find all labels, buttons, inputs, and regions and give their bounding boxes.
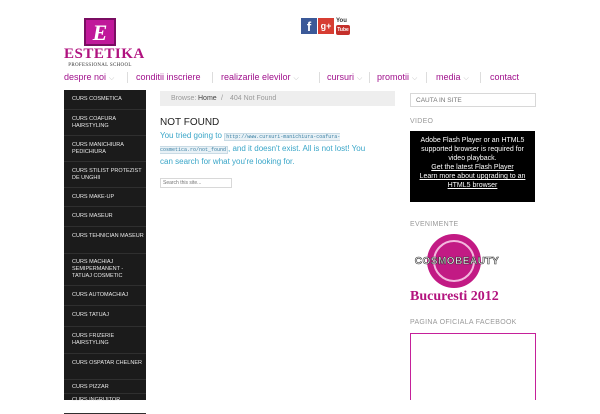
nav-divider <box>319 72 320 83</box>
events-widget-title: EVENIMENTE <box>410 221 459 228</box>
sidebar-item-stilist[interactable]: CURS STILIST PROTEZIST DE UNGHII <box>64 162 146 188</box>
youtube-icon-bottom: Tube <box>336 25 350 35</box>
sidebar-item-label: CURS COAFURA HAIRSTYLING <box>72 116 116 129</box>
youtube-icon[interactable]: You Tube <box>336 18 350 35</box>
facebook-icon[interactable]: f <box>301 18 317 34</box>
nav-label: promotii <box>377 72 410 82</box>
sidebar-item-coafura[interactable]: CURS COAFURA HAIRSTYLING <box>64 110 146 136</box>
nav-divider <box>369 72 370 83</box>
sidebar-search-input[interactable] <box>411 94 535 106</box>
course-sidebar: CURS COSMETICA CURS COAFURA HAIRSTYLING … <box>64 90 146 414</box>
video-widget-title: VIDEO <box>410 118 434 125</box>
facebook-page-box[interactable] <box>410 333 536 400</box>
breadcrumb: Browse: Home / 404 Not Found <box>160 91 395 106</box>
sidebar-search-box <box>410 93 536 107</box>
nav-label: realizarile elevilor <box>221 72 291 82</box>
nav-divider <box>480 72 481 83</box>
sidebar-item-automachiaj[interactable]: CURS AUTOMACHIAJ <box>64 286 146 306</box>
nav-media[interactable]: media ⌵ <box>436 70 469 86</box>
nav-divider <box>212 72 213 83</box>
chevron-down-icon: ⌵ <box>109 75 115 82</box>
breadcrumb-current: 404 Not Found <box>230 95 277 102</box>
sidebar-item-cosmetica[interactable]: CURS COSMETICA <box>64 90 146 110</box>
sidebar-item-label: CURS AUTOMACHIAJ <box>72 292 129 298</box>
sidebar-item-label: CURS FRIZERIE HAIRSTYLING <box>72 333 115 346</box>
nav-label: media <box>436 72 461 82</box>
sidebar-item-label: CURS MAKE-UP <box>72 194 115 200</box>
youtube-icon-top: You <box>336 18 347 24</box>
nav-conditii-inscriere[interactable]: conditii inscriere <box>136 70 201 84</box>
sidebar-item-label: CURS COSMETICA <box>72 96 122 102</box>
logo-letter: E <box>92 20 108 45</box>
sidebar-item-tehnician-maseur[interactable]: CURS TEHNICIAN MASEUR <box>64 227 146 254</box>
google-plus-icon[interactable]: g+ <box>318 18 334 34</box>
sidebar-item-pizzar[interactable]: CURS PIZZAR <box>64 380 146 394</box>
main-navigation: despre noi ⌵ conditii inscriere realizari… <box>64 70 534 86</box>
chevron-down-icon: ⌵ <box>412 75 418 82</box>
sidebar-item-label: CURS MASEUR <box>72 213 113 219</box>
sidebar-item-ospatar[interactable]: CURS OSPATAR CHELNER <box>64 354 146 380</box>
sidebar-item-tatuaj[interactable]: CURS TATUAJ <box>64 306 146 327</box>
sidebar-item-label: CURS PIZZAR <box>72 384 109 390</box>
sidebar-item-manichiura[interactable]: CURS MANICHIURA PEDICHIURA <box>64 136 146 162</box>
nav-contact[interactable]: contact <box>490 70 519 84</box>
video-fallback: Adobe Flash Player or an HTML5 supported… <box>414 136 531 190</box>
nav-label: despre noi <box>64 72 107 82</box>
facebook-widget-title: PAGINA OFICIALA FACEBOOK <box>410 319 517 326</box>
not-found-message: You tried going to http://www.cursuri-ma… <box>160 130 380 168</box>
content-search-box <box>160 178 232 188</box>
nav-realizarile-elevilor[interactable]: realizarile elevilor ⌵ <box>221 70 299 86</box>
logo-tagline: PROFESSIONAL SCHOOL <box>68 63 132 68</box>
nav-divider <box>426 72 427 83</box>
sidebar-item-make-up[interactable]: CURS MAKE-UP <box>64 188 146 207</box>
nav-label: cursuri <box>327 72 355 82</box>
event-logo-text: COSMOBEAUTY <box>414 256 500 268</box>
nav-cursuri[interactable]: cursuri ⌵ <box>327 70 362 86</box>
chevron-down-icon: ⌵ <box>463 75 469 82</box>
chevron-down-icon: ⌵ <box>293 75 299 82</box>
nav-despre-noi[interactable]: despre noi ⌵ <box>64 70 114 86</box>
breadcrumb-separator: / <box>221 95 223 102</box>
video-fallback-text: Adobe Flash Player or an HTML5 supported… <box>420 137 525 162</box>
breadcrumb-home-link[interactable]: Home <box>198 91 217 106</box>
sidebar-item-maseur[interactable]: CURS MASEUR <box>64 207 146 227</box>
page-title: NOT FOUND <box>160 117 220 128</box>
sidebar-item-machiaj-semipermanent[interactable]: CURS MACHIAJ SEMIPERMANENT - TATUAJ COSM… <box>64 254 146 286</box>
cosmobeauty-event-logo[interactable]: COSMOBEAUTY Bucuresti 2012 <box>410 232 504 306</box>
breadcrumb-prefix: Browse: <box>171 95 197 102</box>
sidebar-item-label: CURS MACHIAJ SEMIPERMANENT - TATUAJ COSM… <box>72 259 124 279</box>
video-player[interactable]: Adobe Flash Player or an HTML5 supported… <box>410 131 535 202</box>
logo-name: ESTETIKA <box>64 46 145 62</box>
sidebar-item-frizerie[interactable]: CURS FRIZERIE HAIRSTYLING <box>64 327 146 354</box>
sidebar-item-label: CURS STILIST PROTEZIST DE UNGHII <box>72 168 142 181</box>
event-city: Bucuresti 2012 <box>410 289 499 304</box>
sidebar-item-label: CURS INGRIJITOR <box>72 397 121 403</box>
sidebar-item-label: CURS TATUAJ <box>72 312 109 318</box>
site-logo[interactable]: E ESTETIKA PROFESSIONAL SCHOOL <box>64 18 145 70</box>
nav-label: contact <box>490 72 520 82</box>
html5-browser-link[interactable]: Learn more about upgrading to an HTML5 b… <box>414 172 531 190</box>
sidebar-item-ingrijitor[interactable]: CURS INGRIJITOR <box>64 394 146 414</box>
nav-label: conditii inscriere <box>136 72 201 82</box>
sidebar-item-label: CURS MANICHIURA PEDICHIURA <box>72 142 124 155</box>
nav-promotii[interactable]: promotii ⌵ <box>377 70 417 86</box>
chevron-down-icon: ⌵ <box>357 75 363 82</box>
sidebar-item-label: CURS TEHNICIAN MASEUR <box>72 233 144 239</box>
flash-player-link[interactable]: Get the latest Flash Player <box>414 163 531 172</box>
logo-emblem: E <box>84 18 116 46</box>
sidebar-item-label: CURS OSPATAR CHELNER <box>72 360 142 366</box>
content-search-input[interactable] <box>161 179 231 187</box>
nav-divider <box>127 72 128 83</box>
message-before: You tried going to <box>160 131 225 140</box>
